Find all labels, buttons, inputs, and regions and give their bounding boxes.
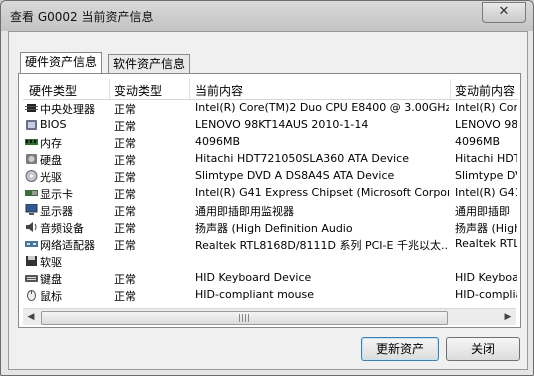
current-content-cell: Hitachi HDT721050SLA360 ATA Device: [195, 152, 409, 165]
table-row[interactable]: 内存 正常 4096MB 4096MB: [23, 134, 518, 151]
table-row[interactable]: 显示卡 正常 Intel(R) G41 Express Chipset (Micro…: [23, 185, 518, 202]
table-row[interactable]: 软驱: [23, 253, 518, 270]
current-content-cell: Realtek RTL8168D/8111D 系列 PCI-E 千兆以太...: [195, 239, 449, 252]
current-content-cell: Slimtype DVD A DS8A4S ATA Device: [195, 169, 395, 182]
hardware-type-cell: 音频设备: [40, 222, 84, 235]
memory-icon: [25, 139, 38, 145]
hardware-type-cell: 硬盘: [40, 154, 62, 167]
hardware-asset-list[interactable]: 硬件类型 变动类型 当前内容 变动前内容 中央处理器 正常 Intel(R) Cor…: [23, 79, 518, 306]
previous-content-cell: Hitachi HDT7: [455, 152, 517, 165]
list-header: 硬件类型 变动类型 当前内容 变动前内容: [23, 79, 518, 100]
change-type-cell: 正常: [114, 120, 136, 133]
network-adapter-icon: [25, 241, 38, 247]
hardware-type-cell: 显示卡: [40, 188, 73, 201]
previous-content-cell: 扬声器 (High: [455, 222, 517, 235]
scroll-left-arrow-icon[interactable]: ◀: [23, 309, 39, 325]
hardware-type-cell: 光驱: [40, 171, 62, 184]
hardware-tab-panel: 硬件类型 变动类型 当前内容 变动前内容 中央处理器 正常 Intel(R) Cor…: [18, 73, 521, 328]
previous-content-cell: HID Keyboa: [455, 271, 517, 284]
table-row[interactable]: 键盘 正常 HID Keyboard Device HID Keyboa: [23, 270, 518, 287]
current-content-cell: Intel(R) G41 Express Chipset (Microsoft …: [195, 186, 449, 199]
column-header-current-content[interactable]: 当前内容: [195, 82, 243, 99]
asset-info-window: 查看 G0002 当前资产信息 ✕ 硬件资产信息 软件资产信息 硬件类型 变动类…: [0, 0, 534, 376]
change-type-cell: 正常: [114, 290, 136, 303]
previous-content-cell: Realtek RTL: [455, 237, 517, 250]
graphics-card-icon: [25, 190, 38, 196]
tab-software-assets[interactable]: 软件资产信息: [108, 54, 191, 73]
scroll-right-arrow-icon[interactable]: ▶: [500, 309, 516, 325]
hardware-type-cell: BIOS: [40, 118, 67, 131]
column-divider[interactable]: [109, 79, 110, 99]
current-content-cell: 4096MB: [195, 135, 241, 148]
horizontal-scrollbar[interactable]: ◀ ▶: [23, 308, 516, 325]
previous-content-cell: Intel(R) Core: [455, 101, 517, 114]
table-row[interactable]: BIOS 正常 LENOVO 98KT14AUS 2010-1-14 LENOVO 9…: [23, 117, 518, 134]
current-content-cell: LENOVO 98KT14AUS 2010-1-14: [195, 118, 369, 131]
current-content-cell: HID-compliant mouse: [195, 288, 314, 301]
change-type-cell: 正常: [114, 205, 136, 218]
table-row[interactable]: 鼠标 正常 HID-compliant mouse HID-complia: [23, 287, 518, 304]
change-type-cell: 正常: [114, 154, 136, 167]
title-bar: 查看 G0002 当前资产信息 ✕: [1, 1, 533, 31]
close-button[interactable]: 关闭: [446, 337, 520, 361]
previous-content-cell: HID-complia: [455, 288, 517, 301]
change-type-cell: 正常: [114, 273, 136, 286]
change-type-cell: 正常: [114, 103, 136, 116]
hard-disk-icon: [26, 154, 37, 164]
keyboard-icon: [25, 275, 38, 282]
table-row[interactable]: 网络适配器 正常 Realtek RTL8168D/8111D 系列 PCI-E 千…: [23, 236, 518, 253]
hardware-type-cell: 软驱: [40, 256, 62, 269]
hardware-type-cell: 中央处理器: [40, 103, 95, 116]
mouse-icon: [27, 290, 36, 301]
cpu-icon: [25, 104, 38, 112]
change-type-cell: 正常: [114, 222, 136, 235]
window-title: 查看 G0002 当前资产信息: [10, 10, 154, 24]
hardware-type-cell: 键盘: [40, 273, 62, 286]
previous-content-cell: LENOVO 98: [455, 118, 517, 131]
hardware-type-cell: 鼠标: [40, 290, 62, 303]
current-content-cell: 扬声器 (High Definition Audio: [195, 222, 353, 235]
hardware-type-cell: 网络适配器: [40, 239, 95, 252]
hardware-type-cell: 内存: [40, 137, 62, 150]
monitor-icon: [25, 204, 38, 215]
bios-icon: [26, 120, 37, 130]
table-row[interactable]: 硬盘 正常 Hitachi HDT721050SLA360 ATA Device Hi…: [23, 151, 518, 168]
current-content-cell: HID Keyboard Device: [195, 271, 312, 284]
scrollbar-grip-icon: [239, 314, 249, 322]
previous-content-cell: Intel(R) G41: [455, 186, 517, 199]
change-type-cell: 正常: [114, 137, 136, 150]
change-type-cell: 正常: [114, 239, 136, 252]
table-row[interactable]: 显示器 正常 通用即插即用监视器 通用即插即: [23, 202, 518, 219]
current-content-cell: Intel(R) Core(TM)2 Duo CPU E8400 @ 3.00G…: [195, 101, 449, 114]
column-header-previous-content[interactable]: 变动前内容: [455, 82, 515, 99]
previous-content-cell: Slimtype DVI: [455, 169, 517, 182]
table-row[interactable]: 中央处理器 正常 Intel(R) Core(TM)2 Duo CPU E8400 …: [23, 100, 518, 117]
column-divider[interactable]: [450, 79, 451, 99]
dialog-body: 硬件资产信息 软件资产信息 硬件类型 变动类型 当前内容 变动前内容 中央处理器…: [8, 31, 528, 370]
change-type-cell: 正常: [114, 171, 136, 184]
floppy-drive-icon: [26, 256, 37, 266]
optical-drive-icon: [25, 170, 38, 182]
refresh-assets-button[interactable]: 更新资产: [361, 337, 439, 361]
table-row[interactable]: 音频设备 正常 扬声器 (High Definition Audio 扬声器 (Hig…: [23, 219, 518, 236]
table-row[interactable]: 光驱 正常 Slimtype DVD A DS8A4S ATA Device Slim…: [23, 168, 518, 185]
scrollbar-thumb[interactable]: [41, 311, 448, 325]
column-divider[interactable]: [189, 79, 190, 99]
hardware-type-cell: 显示器: [40, 205, 73, 218]
audio-icon: [26, 222, 37, 232]
column-header-hardware-type[interactable]: 硬件类型: [29, 82, 77, 99]
previous-content-cell: 4096MB: [455, 135, 501, 148]
previous-content-cell: 通用即插即: [455, 205, 510, 218]
window-close-button[interactable]: ✕: [482, 2, 526, 23]
change-type-cell: 正常: [114, 188, 136, 201]
tab-hardware-assets[interactable]: 硬件资产信息: [20, 52, 103, 73]
current-content-cell: 通用即插即用监视器: [195, 205, 294, 218]
column-header-change-type[interactable]: 变动类型: [114, 82, 162, 99]
